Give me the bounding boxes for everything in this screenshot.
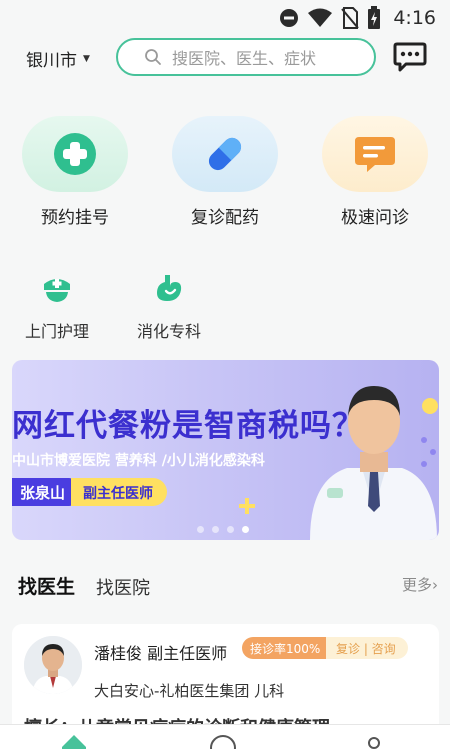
message-button[interactable] (393, 40, 427, 74)
carousel-dot[interactable] (212, 526, 219, 533)
plus-cross-icon (54, 133, 96, 175)
quick-action-appointment[interactable]: 预约挂号 (22, 116, 128, 228)
status-icons: 4:16 (279, 6, 436, 30)
service-digestive[interactable]: 消化专科 (130, 268, 208, 342)
search-input[interactable]: 搜医院、医生、症状 (116, 38, 376, 76)
header: 银川市 ▼ 搜医院、医生、症状 (0, 36, 450, 80)
bottom-nav (0, 724, 450, 749)
carousel-dot[interactable] (227, 526, 234, 533)
city-selector[interactable]: 银川市 ▼ (26, 46, 90, 71)
nav-center-icon[interactable] (210, 735, 236, 749)
banner-doctor-tag: 张泉山 副主任医师 (12, 478, 168, 506)
stomach-icon-wrap (149, 268, 189, 308)
quick-action-prescription[interactable]: 复诊配药 (172, 116, 278, 228)
clock: 4:16 (393, 7, 436, 29)
tab-find-doctor[interactable]: 找医生 (18, 572, 75, 599)
service-type-badge: 复诊 | 咨询 (326, 637, 408, 659)
do-not-disturb-icon (280, 9, 299, 27)
quick-action-label: 复诊配药 (191, 208, 259, 228)
profile-icon[interactable] (368, 737, 380, 749)
service-label: 消化专科 (136, 322, 201, 341)
consult-icon-bg (322, 116, 428, 192)
quick-action-label: 极速问诊 (341, 208, 409, 228)
service-home-nursing[interactable]: 上门护理 (18, 268, 96, 342)
city-label: 银川市 (26, 51, 77, 71)
discover-tabs: 找医生 找医院 更多› (18, 572, 438, 606)
wifi-icon (308, 8, 333, 27)
doctor-avatar-image (24, 636, 82, 694)
message-bubble-icon (393, 42, 427, 72)
banner-doctor-name: 张泉山 (12, 478, 76, 506)
avatar (24, 636, 82, 694)
banner-doctor-title: 副主任医师 (71, 478, 168, 506)
status-bar: 4:16 (0, 0, 450, 36)
quick-action-consult[interactable]: 极速问诊 (322, 116, 428, 228)
banner-subtitle: 中山市博爱医院 营养科 /小儿消化感染科 (12, 453, 265, 469)
carousel-dot-active[interactable] (242, 526, 249, 533)
doctor-hospital-dept: 大白安心-礼柏医生集团 儿科 (94, 682, 285, 700)
more-label: 更多 (401, 576, 432, 594)
caret-down-icon: ▼ (83, 53, 90, 64)
search-icon (145, 49, 161, 65)
nurse-cap-icon (44, 279, 70, 302)
stomach-icon (157, 275, 182, 301)
carousel-indicator (197, 526, 249, 533)
banner-headline: 网红代餐粉是智商税吗？ (12, 408, 364, 444)
quick-action-label: 预约挂号 (41, 208, 109, 228)
doctor-name-title: 潘桂俊 副主任医师 (94, 644, 228, 663)
battery-charging-icon (368, 6, 381, 29)
prescription-icon-bg (172, 116, 278, 192)
carousel-dot[interactable] (197, 526, 204, 533)
no-sim-icon (341, 7, 360, 29)
home-icon[interactable] (60, 733, 88, 749)
search-placeholder: 搜医院、医生、症状 (172, 49, 317, 68)
nurse-icon-wrap (37, 268, 77, 308)
chat-lines-icon (355, 137, 395, 172)
chevron-right-icon: › (432, 576, 438, 594)
pill-capsule-icon (208, 137, 242, 171)
promo-banner[interactable]: 网红代餐粉是智商税吗？ 中山市博爱医院 营养科 /小儿消化感染科 张泉山 副主任… (12, 360, 439, 540)
appointment-icon-bg (22, 116, 128, 192)
more-link[interactable]: 更多› (402, 574, 438, 595)
acceptance-rate-badge: 接诊率100% (242, 637, 329, 659)
service-label: 上门护理 (24, 322, 89, 341)
tab-find-hospital[interactable]: 找医院 (96, 574, 150, 600)
